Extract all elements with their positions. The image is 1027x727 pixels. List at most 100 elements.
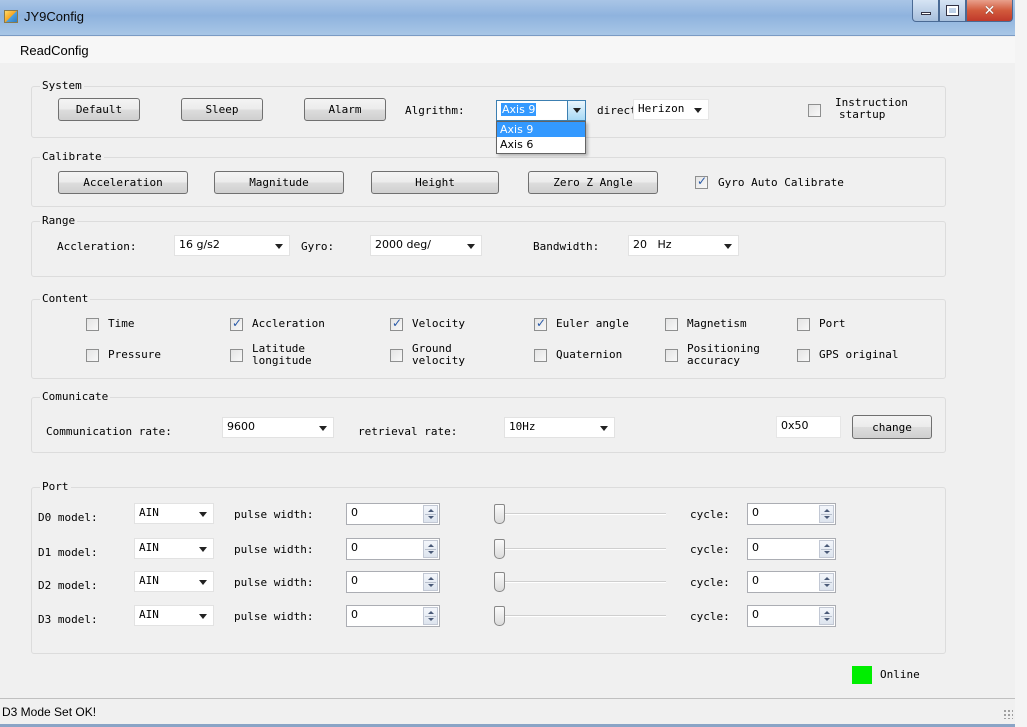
- content-checkbox[interactable]: [534, 316, 547, 331]
- port-model-select[interactable]: AIN: [134, 538, 214, 559]
- cycle-input[interactable]: 0: [747, 605, 836, 627]
- spin-down-icon: [824, 551, 830, 554]
- close-button[interactable]: ✕: [966, 0, 1013, 22]
- content-checkbox[interactable]: [230, 349, 243, 362]
- content-checkbox[interactable]: [665, 318, 678, 331]
- minimize-button[interactable]: [912, 0, 939, 22]
- pulse-width-input[interactable]: 0: [346, 503, 440, 525]
- spin-up-icon: [428, 611, 434, 614]
- cycle-spinner[interactable]: [819, 573, 834, 591]
- content-checkbox[interactable]: [797, 349, 810, 362]
- pulse-width-value: 0: [351, 506, 358, 519]
- gyro-range-select[interactable]: 2000 deg/: [370, 235, 482, 256]
- pulse-width-label: pulse width:: [234, 610, 314, 623]
- pulse-width-input[interactable]: 0: [346, 571, 440, 593]
- content-checkbox[interactable]: [86, 318, 99, 331]
- algorithm-dropdown-list: Axis 9 Axis 6: [496, 121, 586, 154]
- pulse-width-value: 0: [351, 541, 358, 554]
- cycle-value: 0: [752, 608, 759, 621]
- content-checkbox-label: Magnetism: [687, 318, 747, 330]
- pulse-width-spinner[interactable]: [423, 607, 438, 625]
- algorithm-option[interactable]: Axis 6: [497, 137, 585, 152]
- content-label-line1: GPS original: [819, 348, 899, 361]
- pulse-slider-thumb[interactable]: [494, 539, 505, 559]
- pulse-slider-track[interactable]: [494, 548, 666, 550]
- spin-down-icon: [824, 516, 830, 519]
- algorithm-option[interactable]: Axis 9: [497, 122, 585, 137]
- instruction-startup-label: Instruction startup: [835, 97, 908, 121]
- spin-up-icon: [824, 577, 830, 580]
- communication-rate-value: 9600: [227, 420, 255, 433]
- bandwidth-label: Bandwidth:: [533, 240, 600, 253]
- pulse-width-spinner[interactable]: [423, 540, 438, 558]
- communication-rate-select[interactable]: 9600: [222, 417, 334, 438]
- content-checkbox[interactable]: [390, 349, 403, 362]
- content-label-line1: Euler angle: [556, 317, 629, 330]
- maximize-icon: [946, 5, 959, 16]
- window-controls: ✕: [912, 0, 1013, 22]
- pulse-slider-track[interactable]: [494, 513, 666, 515]
- content-checkbox[interactable]: [534, 349, 547, 362]
- acceleration-calibrate-button[interactable]: Acceleration: [58, 171, 188, 194]
- pulse-slider-thumb[interactable]: [494, 606, 505, 626]
- port-model-select[interactable]: AIN: [134, 605, 214, 626]
- menu-bar: ReadConfig: [0, 37, 1015, 63]
- content-label-line1: Pressure: [108, 348, 161, 361]
- pulse-width-input[interactable]: 0: [346, 538, 440, 560]
- cycle-input[interactable]: 0: [747, 503, 836, 525]
- cycle-value: 0: [752, 541, 759, 554]
- magnitude-calibrate-button[interactable]: Magnitude: [214, 171, 344, 194]
- cycle-input[interactable]: 0: [747, 538, 836, 560]
- device-address-input[interactable]: 0x50: [776, 416, 841, 438]
- pulse-slider-thumb[interactable]: [494, 572, 505, 592]
- spin-down-icon: [428, 551, 434, 554]
- content-checkbox[interactable]: [390, 316, 403, 331]
- zero-z-angle-button[interactable]: Zero Z Angle: [528, 171, 658, 194]
- calibrate-group-label: Calibrate: [40, 150, 104, 163]
- port-model-label: D0 model:: [38, 511, 98, 524]
- cycle-input[interactable]: 0: [747, 571, 836, 593]
- cycle-label: cycle:: [690, 576, 730, 589]
- acceleration-range-select[interactable]: 16 g/s2: [174, 235, 290, 256]
- port-model-select[interactable]: AIN: [134, 503, 214, 524]
- gyro-auto-calibrate-checkbox[interactable]: [695, 174, 708, 189]
- pulse-slider-track[interactable]: [494, 615, 666, 617]
- title-bar: JY9Config ✕: [0, 0, 1015, 36]
- change-address-button[interactable]: change: [852, 415, 932, 439]
- bandwidth-select[interactable]: 20 Hz: [628, 235, 739, 256]
- cycle-spinner[interactable]: [819, 607, 834, 625]
- content-checkbox[interactable]: [665, 349, 678, 362]
- close-icon: ✕: [983, 2, 996, 19]
- communication-rate-label: Communication rate:: [46, 425, 172, 438]
- content-checkbox[interactable]: [86, 349, 99, 362]
- acceleration-range-value: 16 g/s2: [179, 238, 220, 251]
- status-bar: D3 Mode Set OK!: [0, 698, 1015, 724]
- direction-select[interactable]: Herizon: [633, 99, 709, 120]
- alarm-button[interactable]: Alarm: [304, 98, 386, 121]
- retrieval-rate-select[interactable]: 10Hz: [504, 417, 615, 438]
- menu-readconfig[interactable]: ReadConfig: [20, 43, 89, 58]
- pulse-width-spinner[interactable]: [423, 505, 438, 523]
- content-checkbox[interactable]: [797, 318, 810, 331]
- height-calibrate-button[interactable]: Height: [371, 171, 499, 194]
- maximize-button[interactable]: [939, 0, 966, 22]
- content-group-label: Content: [40, 292, 91, 305]
- port-model-select[interactable]: AIN: [134, 571, 214, 592]
- cycle-spinner[interactable]: [819, 540, 834, 558]
- spin-down-icon: [824, 584, 830, 587]
- pulse-slider-track[interactable]: [494, 581, 666, 583]
- default-button[interactable]: Default: [58, 98, 140, 121]
- algorithm-dropdown-button[interactable]: [567, 101, 585, 120]
- resize-grip-icon[interactable]: [1003, 709, 1013, 719]
- instruction-startup-checkbox[interactable]: [808, 104, 821, 117]
- pulse-width-spinner[interactable]: [423, 573, 438, 591]
- pulse-slider-thumb[interactable]: [494, 504, 505, 524]
- sleep-button[interactable]: Sleep: [181, 98, 263, 121]
- cycle-spinner[interactable]: [819, 505, 834, 523]
- algorithm-select[interactable]: Axis 9: [496, 100, 586, 121]
- pulse-width-input[interactable]: 0: [346, 605, 440, 627]
- gyro-range-label: Gyro:: [301, 240, 335, 253]
- content-checkbox[interactable]: [230, 316, 243, 331]
- chevron-down-icon: [724, 244, 732, 249]
- chevron-down-icon: [199, 512, 207, 517]
